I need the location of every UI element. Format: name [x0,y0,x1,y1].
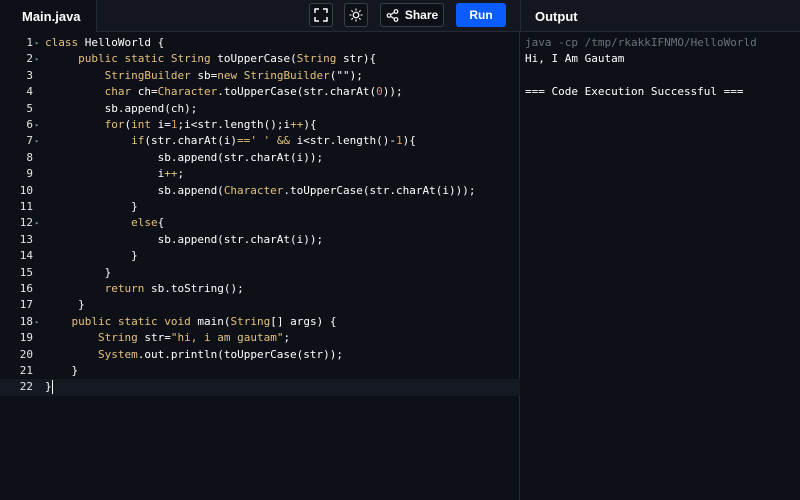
fold-arrow-icon[interactable]: ▸ [35,51,39,67]
output-line: Hi, I Am Gautam [525,52,625,66]
line-number: 11 [19,200,33,213]
line-number: 16 [19,282,33,295]
code-text: } [45,380,53,395]
line-number: 20 [19,347,33,361]
code-line[interactable]: 12 ▸ else{ [0,215,520,231]
theme-toggle-button[interactable] [344,3,368,27]
code-line[interactable]: 18 ▸ public static void main(String[] arg… [0,314,520,330]
code-line[interactable]: 22} [0,379,520,396]
code-line[interactable]: 7 ▸ if(str.charAt(i)==' ' && i<str.length… [0,133,520,149]
code-text: for(int i=1;i<str.length();i++){ [104,118,317,131]
code-text: } [45,298,85,312]
line-number: 22 [19,380,33,394]
code-line[interactable]: 6 ▸ for(int i=1;i<str.length();i++){ [0,117,520,133]
line-number: 2 [26,52,33,66]
output-panel: java -cp /tmp/rkakkIFNMO/HelloWorld Hi, … [521,32,800,500]
fold-arrow-icon[interactable]: ▸ [35,215,39,231]
code-text: String str="hi, i am gautam"; [97,331,291,345]
run-button[interactable]: Run [456,3,506,27]
code-text: i++; [45,167,185,181]
output-line: === Code Execution Successful === [525,85,744,99]
share-icon [386,8,399,22]
run-label: Run [469,8,493,22]
code-line[interactable]: 14 } [0,248,520,264]
line-number: 13 [19,232,33,246]
file-tab-main-java[interactable]: Main.java [0,0,97,32]
code-text: else{ [131,216,165,230]
code-text: char ch=Character.toUpperCase(str.charAt… [104,85,403,99]
sun-icon [349,8,363,22]
code-line[interactable]: 17 } [0,297,520,313]
fold-arrow-icon[interactable]: ▸ [35,314,39,330]
code-text: StringBuilder sb=new StringBuilder(""); [104,68,363,82]
fold-arrow-icon[interactable]: ▸ [35,35,39,51]
code-text: sb.append(str.charAt(i)); [45,232,324,246]
code-text: } [45,249,138,263]
code-line[interactable]: 2 ▸ public static String toUpperCase(Stri… [0,51,520,67]
code-line[interactable]: 3 StringBuilder sb=new StringBuilder("")… [0,68,520,84]
line-number: 3 [26,68,33,82]
line-number: 5 [26,101,33,115]
code-text: } [45,200,138,213]
code-text: return sb.toString(); [104,282,244,295]
output-title: Output [535,8,578,24]
code-text: class HelloWorld { [45,36,165,49]
code-text: public static void main(String[] args) { [71,314,337,328]
code-line[interactable]: 8 sb.append(str.charAt(i)); [0,150,520,166]
share-label: Share [404,8,439,22]
line-number: 4 [26,85,33,99]
line-number: 14 [19,249,33,263]
code-line[interactable]: 21 } [0,363,520,379]
code-text: } [45,265,112,279]
code-line[interactable]: 20 System.out.println(toUpperCase(str)); [0,347,520,363]
code-line[interactable]: 1 ▸ class HelloWorld { [0,35,520,51]
share-button[interactable]: Share [380,3,444,27]
code-text: public static String toUpperCase(String … [78,52,377,66]
line-number: 10 [19,183,33,197]
code-text: } [45,364,79,377]
code-text: sb.append(Character.toUpperCase(str.char… [45,183,476,197]
top-bar: Main.java Share Run Output [0,0,800,32]
code-text: sb.append(ch); [45,101,198,115]
line-number: 15 [19,265,33,279]
panel-divider [520,0,521,32]
line-number: 21 [19,364,33,377]
line-number: 17 [19,298,33,312]
code-editor[interactable]: 1 ▸ class HelloWorld {2 ▸ public static Str… [0,32,520,500]
fold-arrow-icon[interactable]: ▸ [35,117,39,133]
fold-arrow-icon[interactable]: ▸ [35,133,39,149]
line-number: 6 [26,118,33,131]
line-number: 18 [19,314,33,328]
line-number: 12 [19,216,33,230]
line-number: 9 [26,167,33,181]
code-line[interactable]: 9 i++; [0,166,520,182]
code-line[interactable]: 15 } [0,265,520,281]
code-line[interactable]: 13 sb.append(str.charAt(i)); [0,232,520,248]
text-cursor [51,380,53,395]
line-number: 19 [19,331,33,345]
code-line[interactable]: 10 sb.append(Character.toUpperCase(str.c… [0,183,520,199]
fullscreen-icon [314,8,328,22]
line-number: 8 [26,150,33,164]
file-tab-label: Main.java [22,8,81,24]
line-number: 1 [26,36,33,49]
fullscreen-button[interactable] [309,3,333,27]
code-line[interactable]: 16 return sb.toString(); [0,281,520,297]
code-text: if(str.charAt(i)==' ' && i<str.length()-… [131,134,416,148]
output-command: java -cp /tmp/rkakkIFNMO/HelloWorld [525,36,757,49]
code-line[interactable]: 5 sb.append(ch); [0,101,520,117]
code-text: sb.append(str.charAt(i)); [45,150,324,164]
code-line[interactable]: 11 } [0,199,520,215]
code-line[interactable]: 4 char ch=Character.toUpperCase(str.char… [0,84,520,100]
code-text: System.out.println(toUpperCase(str)); [97,347,344,361]
code-line[interactable]: 19 String str="hi, i am gautam"; [0,330,520,346]
line-number: 7 [26,134,33,148]
